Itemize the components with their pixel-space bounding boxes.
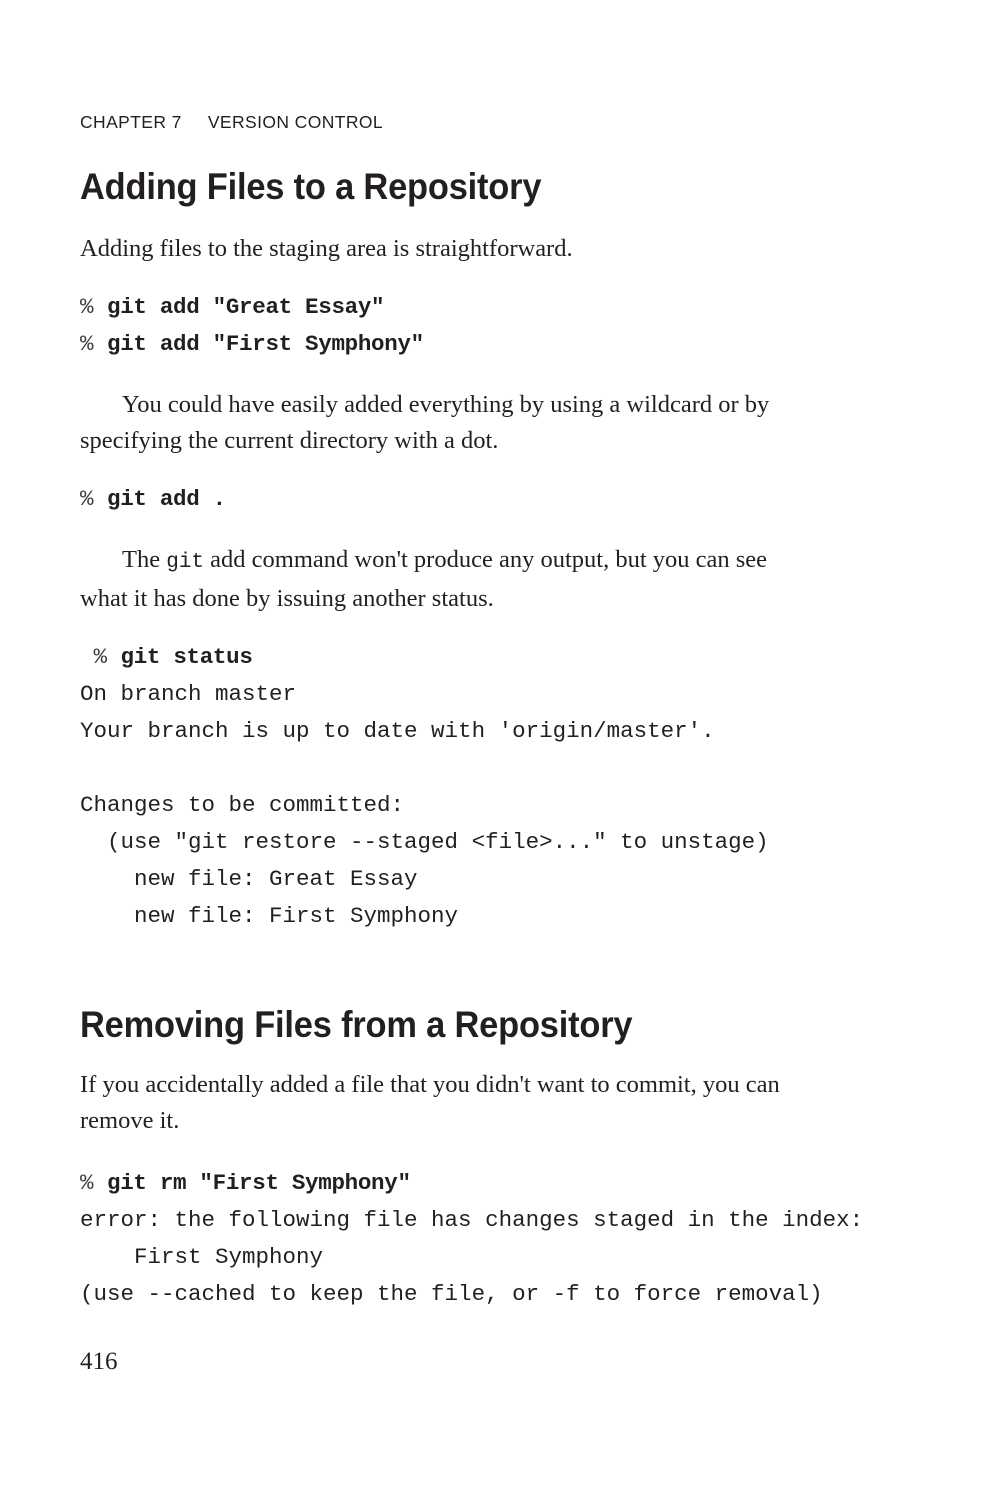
- shell-command: git add "First Symphony": [107, 330, 424, 357]
- shell-command: git add "Great Essay": [107, 293, 385, 320]
- output-line: new file: First Symphony: [80, 902, 459, 929]
- output-line: On branch master: [80, 680, 297, 707]
- inline-code-git: git: [166, 550, 205, 574]
- output-line: (use --cached to keep the file, or -f to…: [80, 1281, 823, 1308]
- section-heading-removing-files: Removing Files from a Repository: [80, 1003, 633, 1045]
- code-block-git-add-dot: % git add .: [80, 459, 815, 518]
- output-line: error: the following file has changes st…: [80, 1207, 864, 1234]
- code-block-git-status: % git status On branch master Your branc…: [80, 617, 815, 935]
- book-page: CHAPTER 7 VERSION CONTROL Adding Files to…: [0, 0, 989, 1500]
- running-head-chapter: CHAPTER 7: [80, 112, 182, 132]
- paragraph-no-output: The git add command won't produce any ou…: [80, 518, 815, 617]
- paragraph-text-before-code: The: [122, 545, 167, 573]
- command-line: % git status: [80, 644, 253, 670]
- shell-prompt: %: [80, 485, 108, 512]
- output-blank-line: [80, 750, 815, 787]
- output-line: Changes to be committed:: [80, 791, 405, 818]
- shell-prompt: %: [80, 643, 121, 670]
- code-block-git-add-files: % git add "Great Essay" % git add "First…: [80, 267, 815, 363]
- command-line: % git add .: [80, 486, 226, 512]
- output-line: (use "git restore --staged <file>..." to…: [80, 828, 769, 855]
- running-head-title: VERSION CONTROL: [207, 112, 384, 132]
- shell-command: git add .: [107, 485, 226, 512]
- output-line: Your branch is up to date with 'origin/m…: [80, 717, 715, 744]
- shell-prompt: %: [80, 1170, 108, 1197]
- command-line: % git add "Great Essay": [80, 293, 385, 320]
- shell-command: git status: [120, 643, 253, 670]
- output-line: new file: Great Essay: [80, 865, 418, 892]
- output-line: First Symphony: [80, 1244, 324, 1271]
- shell-command: git rm "First Symphony": [107, 1170, 411, 1197]
- command-line: % git add "First Symphony": [80, 331, 424, 357]
- paragraph-adding-intro: Adding files to the staging area is stra…: [80, 234, 573, 262]
- paragraph-wildcard: You could have easily added everything b…: [80, 390, 770, 454]
- shell-prompt: %: [80, 293, 108, 320]
- shell-prompt: %: [80, 330, 108, 357]
- running-head: CHAPTER 7 VERSION CONTROL: [80, 0, 815, 133]
- section-heading-adding-files: Adding Files to a Repository: [80, 166, 542, 207]
- paragraph-removing-intro: If you accidentally added a file that yo…: [80, 1071, 780, 1135]
- page-number: 416: [80, 1348, 118, 1375]
- command-line: % git rm "First Symphony": [80, 1170, 411, 1196]
- page-content: CHAPTER 7 VERSION CONTROL Adding Files to…: [80, 0, 863, 1313]
- code-block-git-rm: % git rm "First Symphony" error: the fol…: [80, 1139, 863, 1313]
